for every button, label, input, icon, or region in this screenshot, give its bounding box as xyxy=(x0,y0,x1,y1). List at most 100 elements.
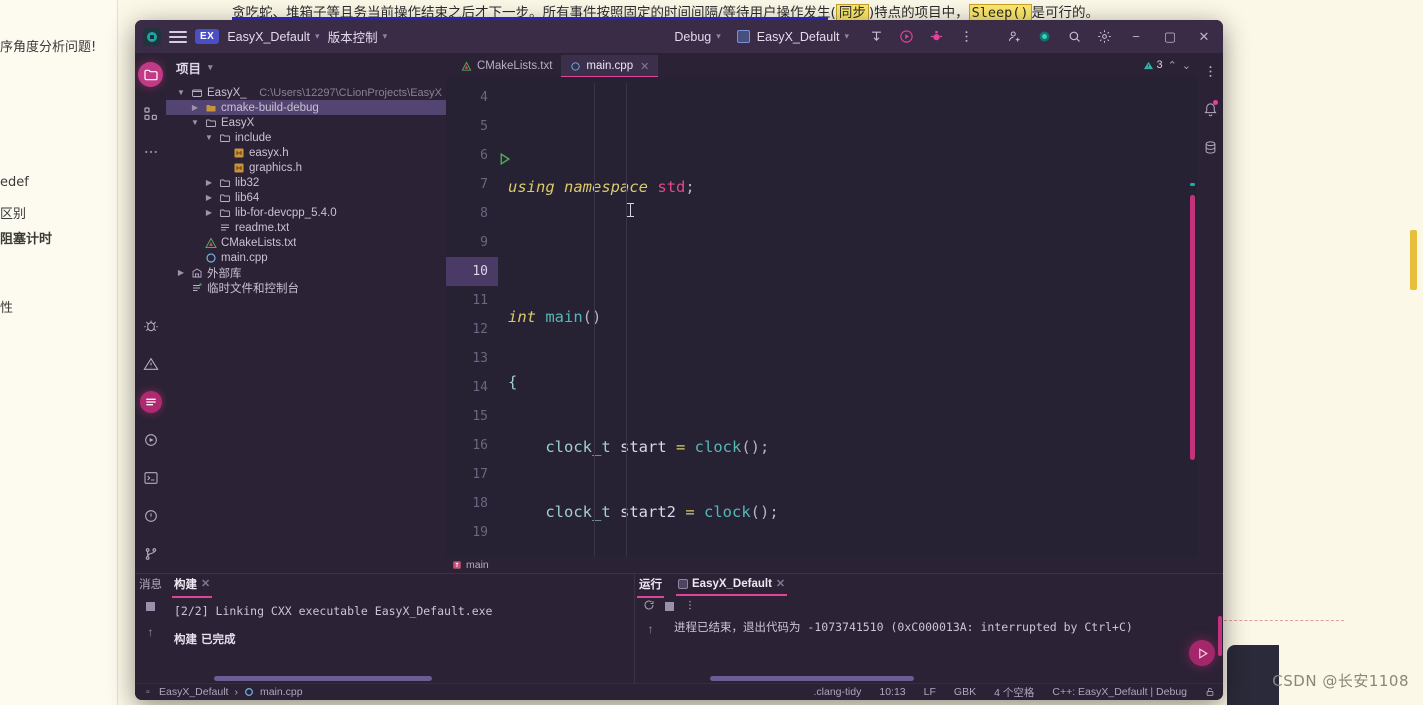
statusbar-line-separator[interactable]: LF xyxy=(924,686,936,698)
tree-item-main-cpp[interactable]: main.cpp xyxy=(166,250,446,265)
structure-icon[interactable] xyxy=(140,103,162,125)
line-number: 9 xyxy=(480,235,488,250)
chevron-right-icon[interactable]: ▶ xyxy=(176,268,186,277)
statusbar-indent[interactable]: 4 个空格 xyxy=(994,685,1034,700)
vcs-dropdown[interactable]: 版本控制 ▾ xyxy=(328,27,388,46)
tab-build[interactable]: 构建 ✕ xyxy=(171,576,213,598)
chevron-right-icon[interactable]: ▶ xyxy=(204,193,214,202)
breadcrumb-function-label[interactable]: main xyxy=(466,559,489,571)
expand-up-icon[interactable]: ↑ xyxy=(648,622,654,636)
run-horizontal-scrollbar[interactable] xyxy=(710,676,914,681)
close-icon[interactable]: ✕ xyxy=(201,577,210,590)
tree-item-lib64[interactable]: ▶ lib64 xyxy=(166,190,446,205)
tree-item-cmake-build-debug[interactable]: ▶ cmake-build-debug xyxy=(166,100,446,115)
statusbar-clang-tidy[interactable]: .clang-tidy xyxy=(814,686,862,698)
tree-item-easyx-default[interactable]: ▼ EasyX_Default C:\Users\12297\CLionProjec… xyxy=(166,85,446,100)
tree-item--[interactable]: 临时文件和控制台 xyxy=(166,280,446,295)
statusbar-caret-position[interactable]: 10:13 xyxy=(879,686,905,698)
chevron-down-icon: ▾ xyxy=(382,31,388,41)
terminal-icon[interactable] xyxy=(140,467,162,489)
project-icon[interactable] xyxy=(138,62,163,87)
run-profile-dropdown[interactable]: Debug ▾ xyxy=(674,30,720,44)
editor-scrollbar[interactable] xyxy=(1190,77,1195,557)
chevron-down-icon: ▾ xyxy=(844,31,849,41)
messages-icon[interactable] xyxy=(139,391,162,413)
project-tool-window: 项目 ▾ ▼ EasyX_Default C:\Users\12297\CLionP… xyxy=(166,53,446,573)
bottom-tool-windows: 消息 构建 ✕ ↑ [2/2] Linking CXX executable E… xyxy=(135,573,1223,683)
maximize-icon[interactable]: ▢ xyxy=(1157,25,1183,49)
code-text[interactable]: using namespace std; int main() { clock_… xyxy=(498,77,1197,557)
minimize-icon[interactable]: − xyxy=(1123,25,1149,49)
project-name-dropdown[interactable]: EasyX_Default ▾ xyxy=(227,30,319,44)
folder-icon xyxy=(218,192,231,204)
tree-item-easyx-h[interactable]: easyx.h xyxy=(166,145,446,160)
background-top-text-part2: )特点的项目中， xyxy=(868,5,969,21)
floating-run-button[interactable] xyxy=(1189,640,1215,666)
statusbar-toolchain[interactable]: C++: EasyX_Default | Debug xyxy=(1052,686,1187,698)
run-vertical-scrollbar[interactable] xyxy=(1218,616,1222,656)
chevron-right-icon[interactable]: ▶ xyxy=(204,178,214,187)
build-output: [2/2] Linking CXX executable EasyX_Defau… xyxy=(166,596,634,683)
run-config-icon xyxy=(678,578,688,589)
add-user-icon[interactable] xyxy=(1003,26,1025,48)
tab-cmakelists[interactable]: CMakeLists.txt xyxy=(452,55,561,77)
tree-item-easyx[interactable]: ▼ EasyX xyxy=(166,115,446,130)
code-editor[interactable]: 4 5 6 7 8 9 10 11 12 13 14 15 16 17 18 1… xyxy=(446,77,1197,557)
stop-icon[interactable] xyxy=(665,601,674,611)
database-icon[interactable] xyxy=(1200,137,1220,157)
project-name-label: EasyX_Default xyxy=(227,29,311,44)
statusbar-file[interactable]: main.cpp xyxy=(260,686,303,698)
inspection-warning-badge[interactable]: 3 xyxy=(1143,59,1163,71)
unlocked-icon[interactable] xyxy=(1205,687,1215,697)
hamburger-menu-icon[interactable] xyxy=(169,30,187,43)
update-icon[interactable] xyxy=(865,26,887,48)
more-vertical-icon[interactable] xyxy=(684,599,696,614)
stop-icon[interactable] xyxy=(146,602,155,611)
statusbar-encoding[interactable]: GBK xyxy=(954,686,976,698)
chevron-down-icon[interactable]: ▼ xyxy=(176,88,186,97)
close-icon[interactable]: ✕ xyxy=(640,60,649,73)
problems-warning-icon[interactable] xyxy=(140,353,162,375)
more-vertical-icon[interactable] xyxy=(1200,61,1220,81)
run-target-dropdown[interactable]: EasyX_Default ▾ xyxy=(736,30,849,44)
tree-item-lib32[interactable]: ▶ lib32 xyxy=(166,175,446,190)
tab-main-cpp[interactable]: main.cpp ✕ xyxy=(561,55,659,78)
more-icon[interactable] xyxy=(140,141,162,163)
debug-bug-icon[interactable] xyxy=(140,315,162,337)
run-profile-label: Debug xyxy=(674,29,712,44)
rerun-icon[interactable] xyxy=(643,599,655,614)
tree-item-cmakelists-txt[interactable]: CMakeLists.txt xyxy=(166,235,446,250)
notification-dot xyxy=(1213,100,1218,105)
close-icon[interactable]: ✕ xyxy=(776,577,785,590)
tree-item-readme-txt[interactable]: readme.txt xyxy=(166,220,446,235)
tree-item-lib-for-devcpp-5-4-0[interactable]: ▶ lib-for-devcpp_5.4.0 xyxy=(166,205,446,220)
gear-icon[interactable] xyxy=(1093,26,1115,48)
statusbar-project[interactable]: EasyX_Default xyxy=(159,686,228,698)
chevron-right-icon[interactable]: ▶ xyxy=(190,103,200,112)
tree-item-include[interactable]: ▼ include xyxy=(166,130,446,145)
build-horizontal-scrollbar[interactable] xyxy=(214,676,432,681)
prev-problem-icon[interactable]: ⌃ xyxy=(1168,59,1177,72)
git-branch-icon[interactable] xyxy=(140,543,162,565)
chevron-right-icon[interactable]: ▶ xyxy=(204,208,214,217)
notifications-bell-icon[interactable] xyxy=(1200,99,1220,119)
notifications-circle-icon[interactable] xyxy=(140,505,162,527)
project-panel-header[interactable]: 项目 ▾ xyxy=(166,53,446,81)
search-icon[interactable] xyxy=(1063,26,1085,48)
expand-up-icon[interactable]: ↑ xyxy=(148,625,154,639)
scrollbar-thumb[interactable] xyxy=(1190,195,1195,460)
more-vertical-icon[interactable] xyxy=(955,26,977,48)
run-circle-icon[interactable] xyxy=(140,429,162,451)
run-output: 进程已结束，退出代码为 -1073741510 (0xC000013A: int… xyxy=(666,616,1223,683)
tree-item--[interactable]: ▶ 外部库 xyxy=(166,265,446,280)
next-problem-icon[interactable]: ⌄ xyxy=(1182,59,1191,72)
close-icon[interactable]: ✕ xyxy=(1191,25,1217,49)
debug-icon[interactable] xyxy=(925,26,947,48)
tree-item-graphics-h[interactable]: graphics.h xyxy=(166,160,446,175)
run-icon[interactable] xyxy=(895,26,917,48)
chevron-down-icon[interactable]: ▼ xyxy=(204,133,214,142)
chevron-down-icon[interactable]: ▼ xyxy=(190,118,200,127)
avatar-icon[interactable] xyxy=(1033,26,1055,48)
tab-run-easyx[interactable]: EasyX_Default ✕ xyxy=(675,577,788,596)
tab-messages[interactable]: 消息 xyxy=(139,576,162,595)
